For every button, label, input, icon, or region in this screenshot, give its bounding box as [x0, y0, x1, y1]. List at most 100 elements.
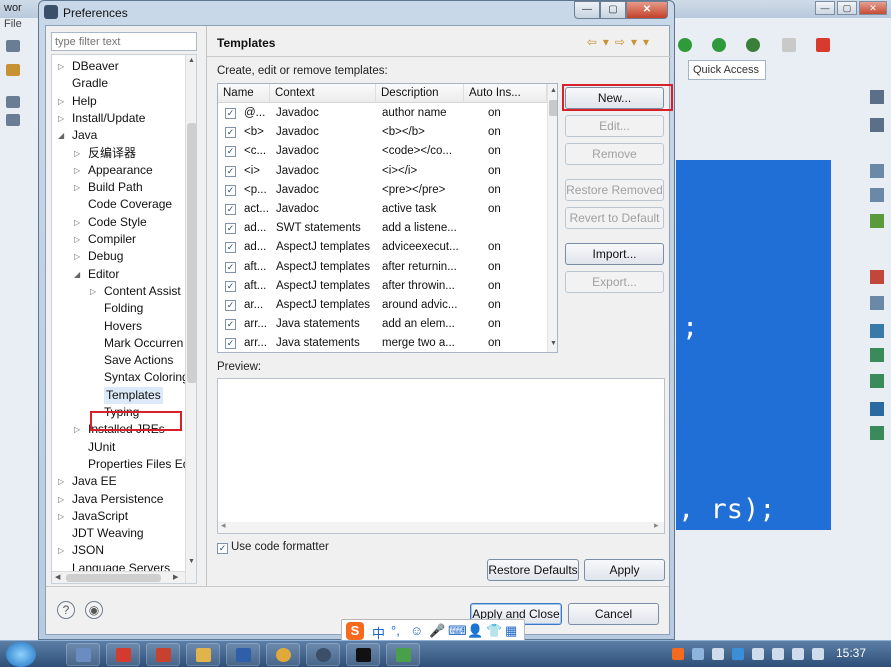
gear-icon[interactable]	[870, 426, 884, 440]
table-scroll-up-icon[interactable]: ▲	[550, 87, 557, 94]
task-list-icon[interactable]	[870, 164, 884, 178]
ime-item-icon[interactable]: 👤	[467, 623, 483, 639]
volume-icon[interactable]	[792, 648, 804, 660]
back-forward-icon[interactable]: ⇦▾⇨▾▾	[587, 35, 655, 49]
ime-item-icon[interactable]: 🎤	[429, 623, 445, 639]
view-icon[interactable]	[870, 90, 884, 104]
column-header-name[interactable]: Name	[218, 84, 270, 103]
preview-scroll-left-icon[interactable]: ◂	[221, 520, 226, 531]
clock[interactable]: 15:37	[836, 646, 866, 660]
start-button[interactable]	[6, 642, 36, 667]
tree-collapsed-icon[interactable]: ▷	[74, 179, 80, 196]
tree-collapsed-icon[interactable]: ▷	[74, 145, 80, 162]
table-row[interactable]: ✓ arr... Java statements add an elem... on	[218, 315, 547, 334]
edit-button[interactable]: Edit...	[565, 115, 664, 137]
taskbar-app-mp[interactable]	[226, 643, 260, 666]
package-explorer-icon[interactable]	[6, 40, 20, 52]
table-row[interactable]: ✓ <p... Javadoc <pre></pre> on	[218, 181, 547, 200]
speaker-icon[interactable]	[812, 648, 824, 660]
taskbar-app-bag[interactable]	[146, 643, 180, 666]
external-tools-icon[interactable]	[746, 38, 760, 52]
row-checkbox-icon[interactable]: ✓	[225, 127, 236, 139]
problems-icon[interactable]	[870, 270, 884, 284]
column-header-context[interactable]: Context	[270, 84, 376, 103]
table-scroll-thumb[interactable]	[549, 100, 557, 116]
tree-collapsed-icon[interactable]: ▷	[58, 473, 64, 490]
search-icon[interactable]	[870, 402, 884, 416]
console-icon[interactable]	[870, 324, 884, 338]
use-code-formatter-checkbox[interactable]: ✓ Use code formatter	[217, 541, 329, 554]
dialog-titlebar[interactable]: Preferences — ▢ ✕	[39, 1, 674, 25]
outline-icon[interactable]	[870, 118, 884, 132]
ime-item-icon[interactable]: °,	[391, 623, 400, 638]
taskbar-app-pdf[interactable]	[106, 643, 140, 666]
row-checkbox-icon[interactable]: ✓	[225, 261, 236, 273]
tree-collapsed-icon[interactable]: ▷	[58, 110, 64, 127]
tree-collapsed-icon[interactable]: ▷	[74, 248, 80, 265]
restore-removed-button[interactable]: Restore Removed	[565, 179, 664, 201]
export-button[interactable]: Export...	[565, 271, 664, 293]
table-row[interactable]: ✓ @... Javadoc author name on	[218, 104, 547, 123]
remove-button[interactable]: Remove	[565, 143, 664, 165]
column-header-auto-insert[interactable]: Auto Ins...	[464, 84, 547, 103]
javadoc-icon[interactable]	[870, 296, 884, 310]
table-row[interactable]: ✓ <c... Javadoc <code></co... on	[218, 142, 547, 161]
row-checkbox-icon[interactable]: ✓	[225, 338, 236, 350]
table-row[interactable]: ✓ aft... AspectJ templates after throwin...…	[218, 277, 547, 296]
row-checkbox-icon[interactable]: ✓	[225, 184, 236, 196]
revert-to-default-button[interactable]: Revert to Default	[565, 207, 664, 229]
ime-item-icon[interactable]: ▦	[505, 623, 517, 639]
servers-icon[interactable]	[870, 374, 884, 388]
display-icon[interactable]	[772, 648, 784, 660]
table-row[interactable]: ✓ ad... AspectJ templates adviceexecut... on	[218, 238, 547, 257]
tree-expanded-icon[interactable]: ◢	[58, 127, 64, 144]
progress-icon[interactable]	[870, 348, 884, 362]
network-icon[interactable]	[692, 648, 704, 660]
taskbar-app-explorer[interactable]	[66, 643, 100, 666]
tree-scroll-thumb[interactable]	[187, 123, 196, 383]
row-checkbox-icon[interactable]: ✓	[225, 108, 236, 119]
table-row[interactable]: ✓ <b> Javadoc <b></b> on	[218, 123, 547, 142]
eclipse-minimize-button[interactable]: —	[815, 1, 835, 15]
tree-collapsed-icon[interactable]: ▷	[58, 491, 64, 508]
table-row[interactable]: ✓ arr... Java statements merge two a... on	[218, 334, 547, 352]
ime-item-icon[interactable]: ⌨	[448, 623, 467, 639]
taskbar-app-folder[interactable]	[186, 643, 220, 666]
row-checkbox-icon[interactable]: ✓	[225, 223, 236, 235]
scroll-up-icon[interactable]: ▲	[188, 57, 195, 64]
taskbar-app-chrome[interactable]	[266, 643, 300, 666]
sogou-tray-icon[interactable]	[672, 648, 684, 660]
tree-horizontal-scrollbar[interactable]: ◀ ▶	[52, 571, 185, 583]
scroll-down-icon[interactable]: ▼	[188, 558, 195, 565]
hierarchy-icon[interactable]	[6, 114, 20, 126]
taskbar-app-eclipse[interactable]	[306, 643, 340, 666]
scroll-left-icon[interactable]: ◀	[55, 573, 60, 581]
ime-item-icon[interactable]: 👕	[486, 623, 502, 639]
table-row[interactable]: ✓ <i> Javadoc <i></i> on	[218, 162, 547, 181]
coverage-icon[interactable]	[712, 38, 726, 52]
preview-area[interactable]: ◂ ▸	[217, 378, 665, 534]
row-checkbox-icon[interactable]: ✓	[225, 204, 236, 215]
checkbox-check-icon[interactable]: ✓	[217, 543, 228, 554]
preview-horizontal-scrollbar[interactable]: ◂ ▸	[218, 520, 664, 533]
preview-scroll-right-icon[interactable]: ▸	[654, 520, 659, 531]
restore-icon[interactable]	[6, 96, 20, 108]
minimize-button[interactable]: —	[574, 1, 600, 19]
folder-icon[interactable]	[6, 64, 20, 76]
flag-icon[interactable]	[752, 648, 764, 660]
tree-collapsed-icon[interactable]: ▷	[58, 542, 64, 559]
column-header-description[interactable]: Description	[376, 84, 464, 103]
row-checkbox-icon[interactable]: ✓	[225, 165, 236, 177]
oomph-icon[interactable]: ◉	[85, 601, 103, 619]
restore-defaults-button[interactable]: Restore Defaults	[487, 559, 579, 581]
row-checkbox-icon[interactable]: ✓	[225, 242, 236, 254]
table-scroll-down-icon[interactable]: ▼	[550, 340, 557, 347]
tree-vertical-scrollbar[interactable]: ▲ ▼	[185, 55, 196, 583]
filter-input[interactable]	[51, 32, 197, 51]
tree-collapsed-icon[interactable]: ▷	[90, 283, 96, 300]
run-icon[interactable]	[678, 38, 692, 52]
tree-hscroll-thumb[interactable]	[66, 574, 161, 582]
taskbar-app-console[interactable]	[346, 643, 380, 666]
apply-button[interactable]: Apply	[584, 559, 665, 581]
editor-area[interactable]: ; , rs);	[676, 160, 831, 530]
